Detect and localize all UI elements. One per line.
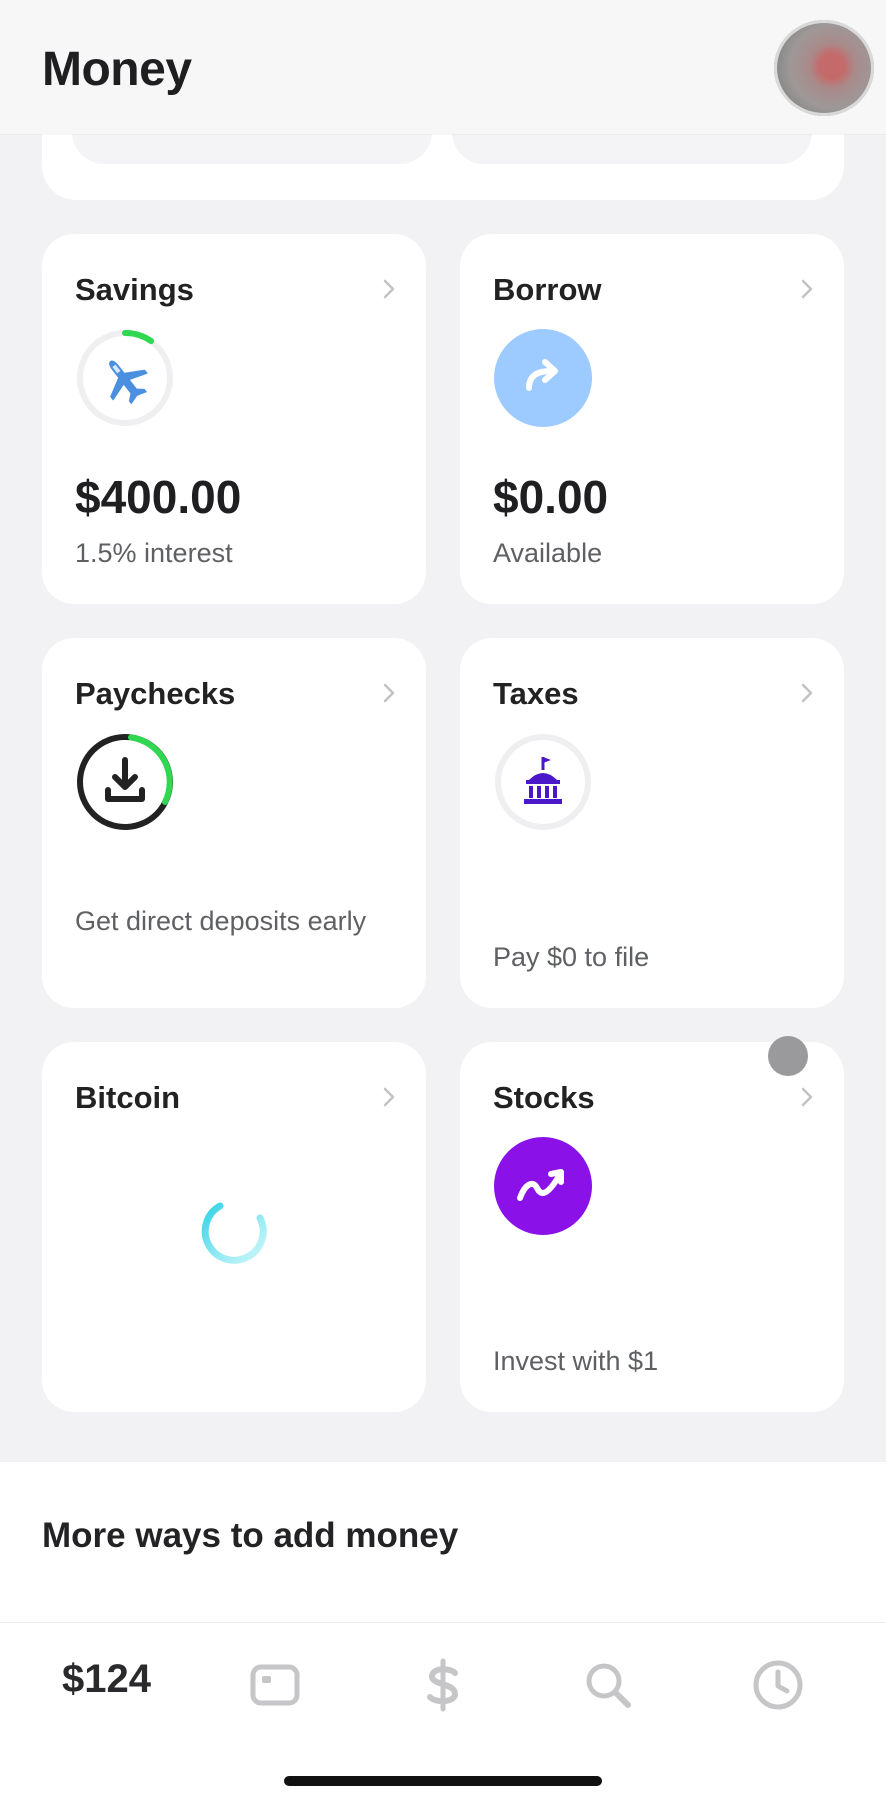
- more-ways-section: More ways to add money: [0, 1462, 886, 1622]
- paychecks-card[interactable]: Paychecks Get direct deposits early: [42, 638, 426, 1008]
- borrow-subtitle: Available: [493, 538, 603, 568]
- avatar[interactable]: [774, 20, 874, 116]
- chevron-right-icon: [800, 1086, 814, 1107]
- chevron-right-icon: [382, 1086, 396, 1107]
- taxes-card[interactable]: Taxes Pay $0 to file: [460, 638, 844, 1008]
- clock-icon[interactable]: [750, 1657, 806, 1713]
- savings-title: Savings: [75, 272, 194, 307]
- paychecks-subtitle: Get direct deposits early: [75, 906, 367, 936]
- home-indicator: [284, 1776, 602, 1786]
- arrow-forward-icon: [493, 328, 593, 428]
- savings-amount: $400.00: [75, 471, 242, 523]
- tab-bar: $124: [0, 1622, 886, 1801]
- stock-trend-icon: [493, 1136, 593, 1236]
- taxes-title: Taxes: [493, 676, 579, 711]
- download-icon: [75, 732, 175, 832]
- chevron-right-icon: [382, 278, 396, 299]
- app-header: Money: [0, 0, 886, 134]
- borrow-amount: $0.00: [493, 471, 609, 523]
- chevron-right-icon: [382, 682, 396, 703]
- page-title: Money: [42, 43, 192, 96]
- stocks-card[interactable]: Stocks Invest with $1: [460, 1042, 844, 1412]
- loading-spinner-icon: [200, 1194, 270, 1264]
- borrow-title: Borrow: [493, 272, 602, 307]
- stocks-title: Stocks: [493, 1080, 595, 1115]
- paychecks-title: Paychecks: [75, 676, 236, 711]
- borrow-card[interactable]: Borrow $0.00 Available: [460, 234, 844, 604]
- dollar-icon[interactable]: [415, 1657, 471, 1713]
- chevron-right-icon: [800, 682, 814, 703]
- search-icon[interactable]: [580, 1657, 636, 1713]
- savings-subtitle: 1.5% interest: [75, 538, 233, 568]
- stocks-subtitle: Invest with $1: [493, 1346, 659, 1376]
- savings-card[interactable]: Savings $400.00 1.5% interest: [42, 234, 426, 604]
- card-icon[interactable]: [247, 1657, 303, 1713]
- bitcoin-card[interactable]: Bitcoin: [42, 1042, 426, 1412]
- more-ways-title: More ways to add money: [42, 1516, 459, 1555]
- chevron-right-icon: [800, 278, 814, 299]
- touch-indicator: [768, 1036, 808, 1076]
- government-building-icon: [493, 732, 593, 832]
- tab-balance[interactable]: $124: [62, 1657, 151, 1702]
- bitcoin-title: Bitcoin: [75, 1080, 181, 1115]
- taxes-subtitle: Pay $0 to file: [493, 942, 650, 972]
- airplane-icon: [75, 328, 175, 428]
